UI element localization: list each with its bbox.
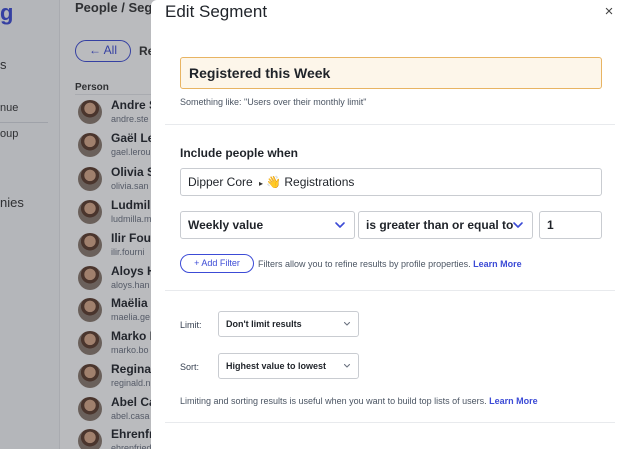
chevron-down-icon [335,222,345,228]
measure-select-value: Weekly value [188,218,264,232]
sort-select[interactable]: Highest value to lowest [218,353,359,379]
waving-hand-icon: 👋 [266,175,282,189]
close-icon[interactable]: × [601,4,617,20]
limit-note-text: Limiting and sorting results is useful w… [180,396,487,406]
limit-learn-more-link[interactable]: Learn More [489,396,538,406]
limit-label: Limit: [180,320,202,330]
event-source: Dipper Core [188,175,253,189]
event-selector[interactable]: Dipper Core ▸ 👋 Registrations [180,168,602,196]
section-divider [165,422,615,423]
limit-select-value: Don't limit results [226,319,302,329]
segment-name-input[interactable] [180,57,602,89]
operator-select[interactable]: is greater than or equal to [358,211,533,239]
threshold-input[interactable] [539,211,602,239]
sort-label: Sort: [180,362,200,372]
section-divider [165,290,615,291]
sort-select-value: Highest value to lowest [226,361,327,371]
limit-help-text: Limiting and sorting results is useful w… [180,396,538,406]
filter-note-text: Filters allow you to refine results by p… [258,259,471,269]
chevron-right-icon: ▸ [259,179,264,188]
section-divider [165,124,615,125]
segment-name-hint: Something like: "Users over their monthl… [180,97,367,107]
limit-select[interactable]: Don't limit results [218,311,359,337]
chevron-down-icon [343,321,351,326]
include-people-label: Include people when [180,146,299,160]
operator-select-value: is greater than or equal to [366,218,514,232]
chevron-down-icon [343,363,351,368]
add-filter-button[interactable]: + Add Filter [180,254,254,273]
measure-select[interactable]: Weekly value [180,211,355,239]
event-name: Registrations [284,175,355,189]
filters-learn-more-link[interactable]: Learn More [473,259,522,269]
chevron-down-icon [513,222,523,228]
filter-help-text: Filters allow you to refine results by p… [258,259,522,269]
edit-segment-panel: Edit Segment × Something like: "Users ov… [151,0,629,449]
panel-title: Edit Segment [165,2,268,21]
